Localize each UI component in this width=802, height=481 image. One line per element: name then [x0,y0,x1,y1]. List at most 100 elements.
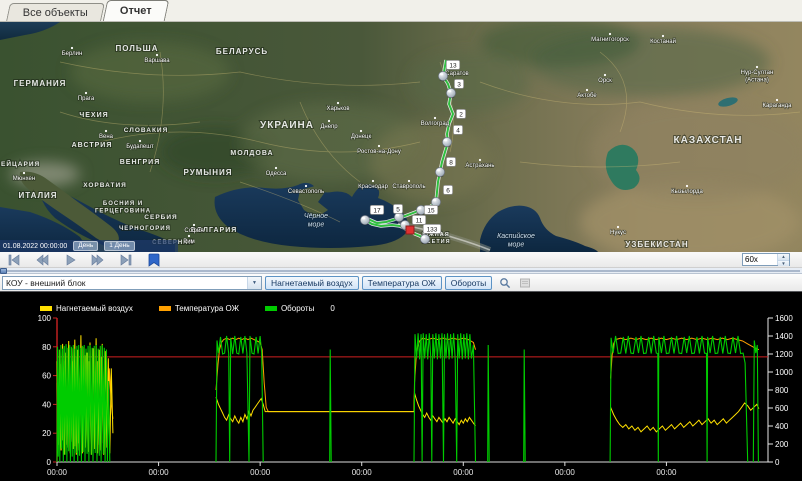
playback-timeline[interactable] [0,268,802,274]
route-marker-label[interactable]: 17 [370,205,383,214]
route-marker-label[interactable]: 2 [456,109,465,118]
playback-date-overlay: 01.08.2022 00:00:00 День 1 День [0,240,178,252]
city-label: Ставрополь [392,184,425,190]
route-marker-label[interactable]: 13 [446,60,459,69]
svg-text:3: 3 [457,81,461,88]
legend-current-value: 0 [330,304,334,313]
map-canvas[interactable]: ЧёрноемореКаспийскоемореГЕРМАНИЯПОЛЬШАБЕ… [0,22,802,252]
play-button[interactable] [62,253,77,266]
city-dot [193,224,195,226]
tab-all-objects[interactable]: Все объекты [6,3,105,21]
svg-text:15: 15 [427,207,435,214]
left-axis-tick-label: 40 [42,400,51,409]
speed-input[interactable] [743,254,777,265]
range-button[interactable]: 1 День [104,241,134,251]
telemetry-chart[interactable]: Нагнетаемый воздух Температура ОЖ Обороты0… [0,292,802,481]
route-waypoint-pin[interactable] [442,137,451,147]
city-label: Днепр [320,124,338,130]
toggle-rpm-button[interactable]: Обороты [445,276,492,290]
country-label: УКРАИНА [260,120,314,131]
svg-text:6: 6 [446,187,450,194]
zoom-search-button[interactable] [498,276,512,289]
series-Обороты [57,333,758,462]
country-label: УЗБЕКИСТАН [625,240,688,249]
city-label: Берлин [62,51,83,57]
city-dot [139,140,141,142]
country-label: АВСТРИЯ [72,142,113,149]
right-axis-tick-label: 1600 [775,314,793,323]
city-dot [617,226,619,228]
skip-start-icon [12,255,19,265]
tab-report-label: Отчет [120,5,152,17]
city-label: Одесса [266,171,287,177]
route-waypoint-pin[interactable] [420,234,429,244]
left-axis-tick-label: 20 [42,429,51,438]
city-dot [609,33,611,35]
city-dot [85,92,87,94]
route-marker-label[interactable]: 5 [393,204,402,213]
city-label: Магнитогорск [591,37,629,43]
skip-start-button[interactable] [6,253,21,266]
route-marker-label[interactable]: 6 [443,185,452,194]
timeline-track[interactable] [2,270,800,272]
right-axis-tick-label: 600 [775,404,789,413]
step-back-button[interactable] [34,253,49,266]
city-label: Краснодар [358,184,389,190]
left-axis-tick-label: 0 [47,458,52,467]
toggle-coolant-temp-button[interactable]: Температура ОЖ [362,276,442,290]
city-dot [71,47,73,49]
route-waypoint-pin[interactable] [446,88,455,98]
x-axis-tick-label: 00:00 [555,468,576,477]
map-view[interactable]: ЧёрноемореКаспийскоемореГЕРМАНИЯПОЛЬШАБЕ… [0,22,802,252]
search-icon [501,278,507,284]
series-Нагнетаемый воздух [57,335,759,455]
route-marker-label[interactable]: 15 [424,205,437,214]
country-label: ЧЕХИЯ [79,112,108,119]
route-waypoint-pin[interactable] [360,215,369,225]
step-forward-button[interactable] [90,253,105,266]
tab-report[interactable]: Отчет [103,0,169,21]
route-waypoint-pin[interactable] [394,212,403,222]
route-waypoint-pin[interactable] [435,167,444,177]
legend-item: Нагнетаемый воздух [40,304,133,313]
skip-end-button[interactable] [118,253,133,266]
chart-plot[interactable]: 1008060402001600140012001000800600400200… [0,292,802,481]
day-button[interactable]: День [73,241,98,251]
chart-legend: Нагнетаемый воздух Температура ОЖ Обороты0 [40,304,335,313]
country-label: ГЕРМАНИЯ [14,79,67,88]
export-button[interactable] [518,276,532,289]
city-label: Волгоград [421,121,450,127]
legend-item: Температура ОЖ [159,304,239,313]
city-dot [105,130,107,132]
device-select-value: КОУ - внешний блок [6,278,247,288]
city-dot [305,185,307,187]
city-label: Костанай [650,38,676,45]
country-label: РУМЫНИЯ [184,168,233,177]
tab-bar: Все объекты Отчет [0,0,802,22]
legend-swatch [265,306,277,311]
city-label: Прага [78,96,95,102]
city-dot [188,235,190,237]
x-axis-tick-label: 00:00 [656,468,677,477]
toggle-supply-air-button[interactable]: Нагнетаемый воздух [265,276,359,290]
legend-swatch [40,306,52,311]
chart-toolbar: КОУ - внешний блок ▼ Нагнетаемый воздух … [0,274,802,292]
country-label: ПОЛЬША [116,44,159,53]
route-marker-label[interactable]: 8 [446,157,455,166]
city-label: Харьков [326,106,349,112]
current-position-marker[interactable] [406,226,414,234]
country-label: СЛОВАКИЯ [124,127,169,134]
route-marker-label[interactable]: 11 [412,215,425,224]
timeline-thumb[interactable] [0,268,7,274]
spin-down-button[interactable]: ▼ [778,260,789,267]
route-marker-label[interactable]: 133 [423,224,441,233]
route-waypoint-pin[interactable] [438,71,447,81]
city-dot [408,180,410,182]
marker-button[interactable] [146,253,161,266]
legend-item: Обороты0 [265,304,335,313]
device-select[interactable]: КОУ - внешний блок ▼ [2,276,262,290]
skip-end-icon [121,255,128,265]
city-label: Актобе [577,93,597,99]
route-marker-label[interactable]: 4 [453,125,462,134]
route-marker-label[interactable]: 3 [454,79,463,88]
